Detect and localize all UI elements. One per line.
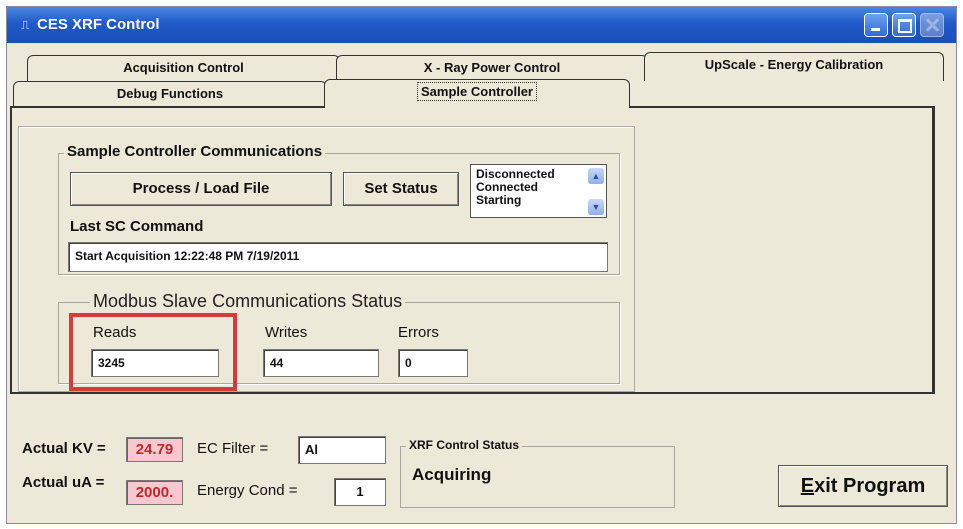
close-button[interactable] <box>920 13 944 37</box>
window-title: CES XRF Control <box>37 16 160 33</box>
oscilloscope-icon: ⎍ <box>21 18 30 32</box>
errors-label: Errors <box>398 324 439 341</box>
tab-label: X - Ray Power Control <box>423 60 561 75</box>
last-sc-command-label: Last SC Command <box>70 218 204 235</box>
exit-program-button[interactable]: Exit Program <box>778 465 948 507</box>
title-bar[interactable]: ⎍ CES XRF Control <box>7 7 956 43</box>
reads-highlight-box <box>69 313 237 391</box>
energy-cond-label: Energy Cond = <box>197 482 298 499</box>
scroll-up-icon[interactable]: ▲ <box>588 168 604 184</box>
tab-xray-power-control[interactable]: X - Ray Power Control <box>336 55 648 81</box>
tab-label: Debug Functions <box>116 86 224 101</box>
writes-label: Writes <box>265 324 308 341</box>
energy-cond-field[interactable]: 1 <box>334 478 386 506</box>
modbus-status-title: Modbus Slave Communications Status <box>90 291 406 312</box>
writes-field[interactable]: 44 <box>263 349 379 377</box>
minimize-button[interactable] <box>864 13 888 37</box>
scroll-down-icon[interactable]: ▼ <box>588 199 604 215</box>
last-sc-command-field[interactable]: Start Acquisition 12:22:48 PM 7/19/2011 <box>68 242 608 272</box>
tab-debug-functions[interactable]: Debug Functions <box>13 81 327 106</box>
status-option-starting[interactable]: Starting <box>476 194 606 207</box>
set-status-button[interactable]: Set Status <box>343 172 459 206</box>
tab-label: UpScale - Energy Calibration <box>704 57 884 72</box>
tab-label: Acquisition Control <box>123 60 244 75</box>
actual-ua-label: Actual uA = <box>22 474 105 491</box>
actual-ua-value: 2000. <box>126 480 183 505</box>
status-listbox[interactable]: Disconnected Connected Starting ▲ ▼ <box>470 164 607 218</box>
maximize-button[interactable] <box>892 13 916 37</box>
ec-filter-label: EC Filter = <box>197 440 269 457</box>
tab-acquisition-control[interactable]: Acquisition Control <box>27 55 340 81</box>
exit-accelerator: E <box>800 475 815 497</box>
xrf-control-status-title: XRF Control Status <box>406 438 522 452</box>
xrf-control-status-value: Acquiring <box>412 465 492 484</box>
ec-filter-field[interactable]: Al <box>298 436 386 464</box>
tab-sample-controller[interactable]: Sample Controller <box>324 79 630 108</box>
tab-upscale-energy-calibration[interactable]: UpScale - Energy Calibration <box>644 52 944 81</box>
actual-kv-label: Actual KV = <box>22 440 106 457</box>
exit-label: xit Program <box>814 475 926 497</box>
actual-kv-value: 24.79 <box>126 437 183 462</box>
sc-communications-title: Sample Controller Communications <box>64 143 326 160</box>
errors-field[interactable]: 0 <box>398 349 468 377</box>
tab-label: Sample Controller <box>417 82 537 101</box>
process-load-file-button[interactable]: Process / Load File <box>70 172 332 206</box>
